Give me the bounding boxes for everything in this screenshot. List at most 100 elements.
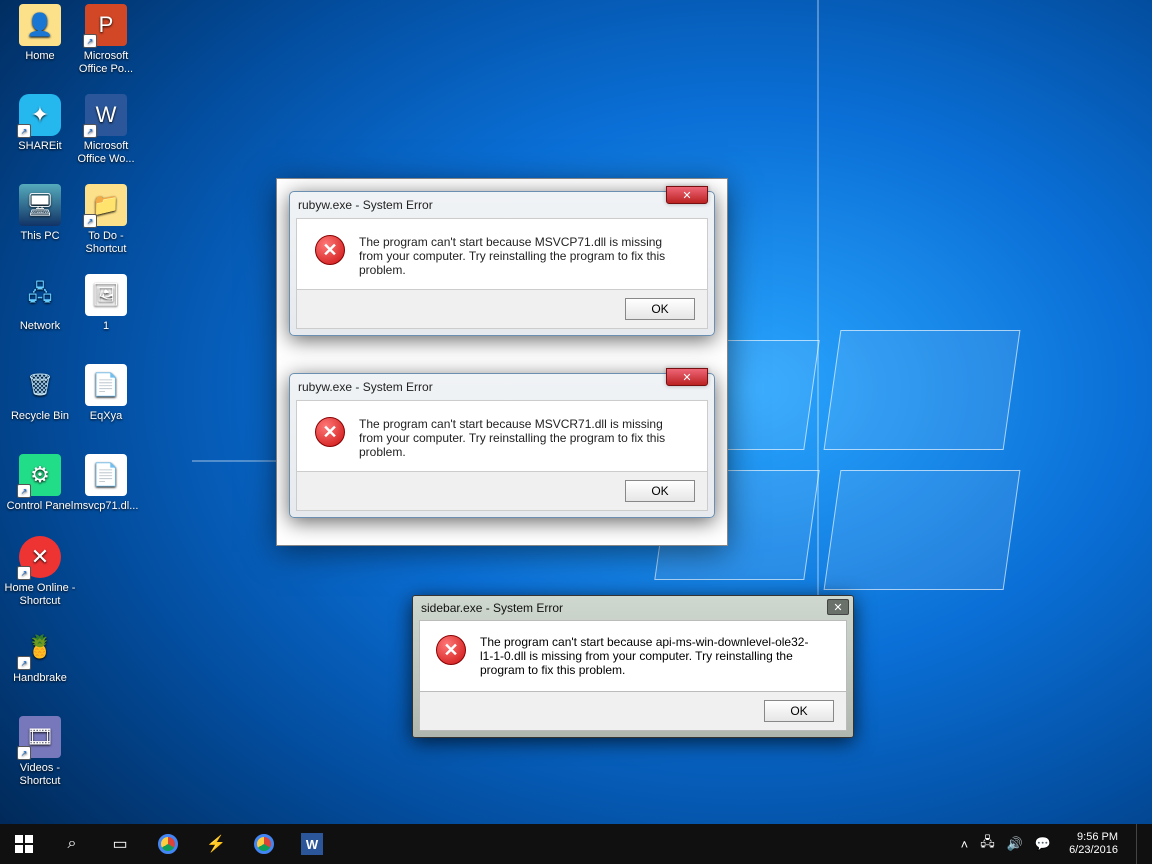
icon-label: Control Panel (4, 500, 76, 513)
ok-button[interactable]: OK (625, 298, 695, 320)
shortcut-arrow-icon: ↗ (17, 484, 31, 498)
icon-label: Handbrake (4, 672, 76, 685)
shortcut-arrow-icon: ↗ (17, 746, 31, 760)
icon-label: Network (4, 320, 76, 333)
dialog-title-text: rubyw.exe - System Error (298, 198, 433, 212)
shortcut-arrow-icon: ↗ (83, 124, 97, 138)
desktop-icon-one[interactable]: 🖼 1 (70, 274, 142, 333)
desktop-icon-this-pc[interactable]: 🖥 This PC (4, 184, 76, 243)
folder-icon: 📁↗ (85, 184, 127, 226)
taskbar[interactable]: ⌕ ▭ ⚡ W ˄ 🖧 🔊 💬 9:56 PM 6/23/2016 (0, 824, 1152, 864)
shortcut-arrow-icon: ↗ (17, 566, 31, 580)
network-icon: 🖧 (19, 274, 61, 316)
clock-time: 9:56 PM (1069, 831, 1118, 844)
shortcut-arrow-icon: ↗ (17, 124, 31, 138)
desktop-icon-control-panel[interactable]: ⚙↗ Control Panel (4, 454, 76, 513)
dialog-titlebar[interactable]: rubyw.exe - System Error ✕ (290, 374, 714, 400)
desktop-icon-todo[interactable]: 📁↗ To Do - Shortcut (70, 184, 142, 256)
taskbar-app-winamp[interactable]: ⚡ (192, 824, 240, 864)
dialog-footer: OK (419, 692, 847, 731)
icon-label: EqXya (70, 410, 142, 423)
chrome-icon (254, 834, 274, 854)
shortcut-arrow-icon: ↗ (83, 34, 97, 48)
icon-label: Home Online - Shortcut (4, 582, 76, 608)
dialog-title-text: sidebar.exe - System Error (421, 601, 563, 615)
close-button[interactable]: ✕ (666, 368, 708, 386)
desktop-icon-msvcp71[interactable]: 📄 msvcp71.dl... (70, 454, 142, 513)
dialog-body: ✕ The program can't start because api-ms… (419, 620, 847, 692)
icon-label: SHAREit (4, 140, 76, 153)
videos-folder-icon: 🎞↗ (19, 716, 61, 758)
recycle-bin-icon: 🗑 (19, 364, 61, 406)
dialog-footer: OK (296, 472, 708, 511)
taskbar-app-chrome-1[interactable] (144, 824, 192, 864)
dialog-titlebar[interactable]: sidebar.exe - System Error ✕ (413, 596, 853, 620)
search-button[interactable]: ⌕ (48, 824, 96, 864)
dialog-title-text: rubyw.exe - System Error (298, 380, 433, 394)
icon-label: Videos - Shortcut (4, 762, 76, 788)
shareit-icon: ✦↗ (19, 94, 61, 136)
icon-label: 1 (70, 320, 142, 333)
desktop-icon-handbrake[interactable]: 🍍↗ Handbrake (4, 626, 76, 685)
close-button[interactable]: ✕ (666, 186, 708, 204)
desktop-icon-powerpoint[interactable]: P↗ Microsoft Office Po... (70, 4, 142, 76)
error-dialog-msvcp71[interactable]: rubyw.exe - System Error ✕ ✕ The program… (289, 191, 715, 336)
icon-label: Microsoft Office Wo... (70, 140, 142, 166)
desktop-icon-network[interactable]: 🖧 Network (4, 274, 76, 333)
desktop-icon-word[interactable]: W↗ Microsoft Office Wo... (70, 94, 142, 166)
dialog-body: ✕ The program can't start because MSVCR7… (296, 400, 708, 472)
volume-tray-icon[interactable]: 🔊 (1007, 836, 1023, 852)
close-circle-icon: ✕↗ (19, 536, 61, 578)
icon-label: To Do - Shortcut (70, 230, 142, 256)
icon-label: Recycle Bin (4, 410, 76, 423)
tray-overflow-icon[interactable]: ˄ (961, 837, 969, 852)
task-view-icon: ▭ (112, 834, 127, 854)
error-icon: ✕ (315, 417, 345, 447)
dialog-message: The program can't start because MSVCR71.… (359, 417, 679, 459)
dialog-body: ✕ The program can't start because MSVCP7… (296, 218, 708, 290)
desktop-icon-eqxya[interactable]: 📄 EqXya (70, 364, 142, 423)
windows-logo-icon (15, 835, 33, 853)
action-center-icon[interactable]: 💬 (1035, 836, 1051, 852)
start-button[interactable] (0, 824, 48, 864)
error-icon: ✕ (436, 635, 466, 665)
dialog-footer: OK (296, 290, 708, 329)
dialog-titlebar[interactable]: rubyw.exe - System Error ✕ (290, 192, 714, 218)
error-dialog-msvcr71[interactable]: rubyw.exe - System Error ✕ ✕ The program… (289, 373, 715, 518)
shortcut-arrow-icon: ↗ (17, 656, 31, 670)
taskbar-app-chrome-2[interactable] (240, 824, 288, 864)
desktop-icon-shareit[interactable]: ✦↗ SHAREit (4, 94, 76, 153)
show-desktop-button[interactable] (1136, 824, 1144, 864)
powerpoint-icon: P↗ (85, 4, 127, 46)
clock-date: 6/23/2016 (1069, 844, 1118, 857)
network-tray-icon[interactable]: 🖧 (980, 833, 995, 855)
error-icon: ✕ (315, 235, 345, 265)
file-icon: 📄 (85, 364, 127, 406)
icon-label: Microsoft Office Po... (70, 50, 142, 76)
file-icon: 📄 (85, 454, 127, 496)
desktop-icon-home[interactable]: 👤 Home (4, 4, 76, 63)
shortcut-arrow-icon: ↗ (83, 214, 97, 228)
ok-button[interactable]: OK (625, 480, 695, 502)
taskbar-app-word[interactable]: W (288, 824, 336, 864)
dialog-group-frame: rubyw.exe - System Error ✕ ✕ The program… (276, 178, 728, 546)
ok-button[interactable]: OK (764, 700, 834, 722)
chrome-icon (158, 834, 178, 854)
this-pc-icon: 🖥 (19, 184, 61, 226)
close-button[interactable]: ✕ (827, 599, 849, 615)
word-icon: W (301, 833, 323, 855)
control-panel-icon: ⚙↗ (19, 454, 61, 496)
task-view-button[interactable]: ▭ (96, 824, 144, 864)
lightning-icon: ⚡ (206, 834, 226, 854)
system-tray[interactable]: ˄ 🖧 🔊 💬 9:56 PM 6/23/2016 (953, 824, 1152, 864)
desktop-icon-recycle-bin[interactable]: 🗑 Recycle Bin (4, 364, 76, 423)
desktop-icon-videos[interactable]: 🎞↗ Videos - Shortcut (4, 716, 76, 788)
word-icon: W↗ (85, 94, 127, 136)
icon-label: This PC (4, 230, 76, 243)
error-dialog-sidebar[interactable]: sidebar.exe - System Error ✕ ✕ The progr… (412, 595, 854, 738)
taskbar-clock[interactable]: 9:56 PM 6/23/2016 (1063, 831, 1124, 857)
handbrake-icon: 🍍↗ (19, 626, 61, 668)
icon-label: Home (4, 50, 76, 63)
desktop-icon-home-online[interactable]: ✕↗ Home Online - Shortcut (4, 536, 76, 608)
dialog-message: The program can't start because MSVCP71.… (359, 235, 679, 277)
